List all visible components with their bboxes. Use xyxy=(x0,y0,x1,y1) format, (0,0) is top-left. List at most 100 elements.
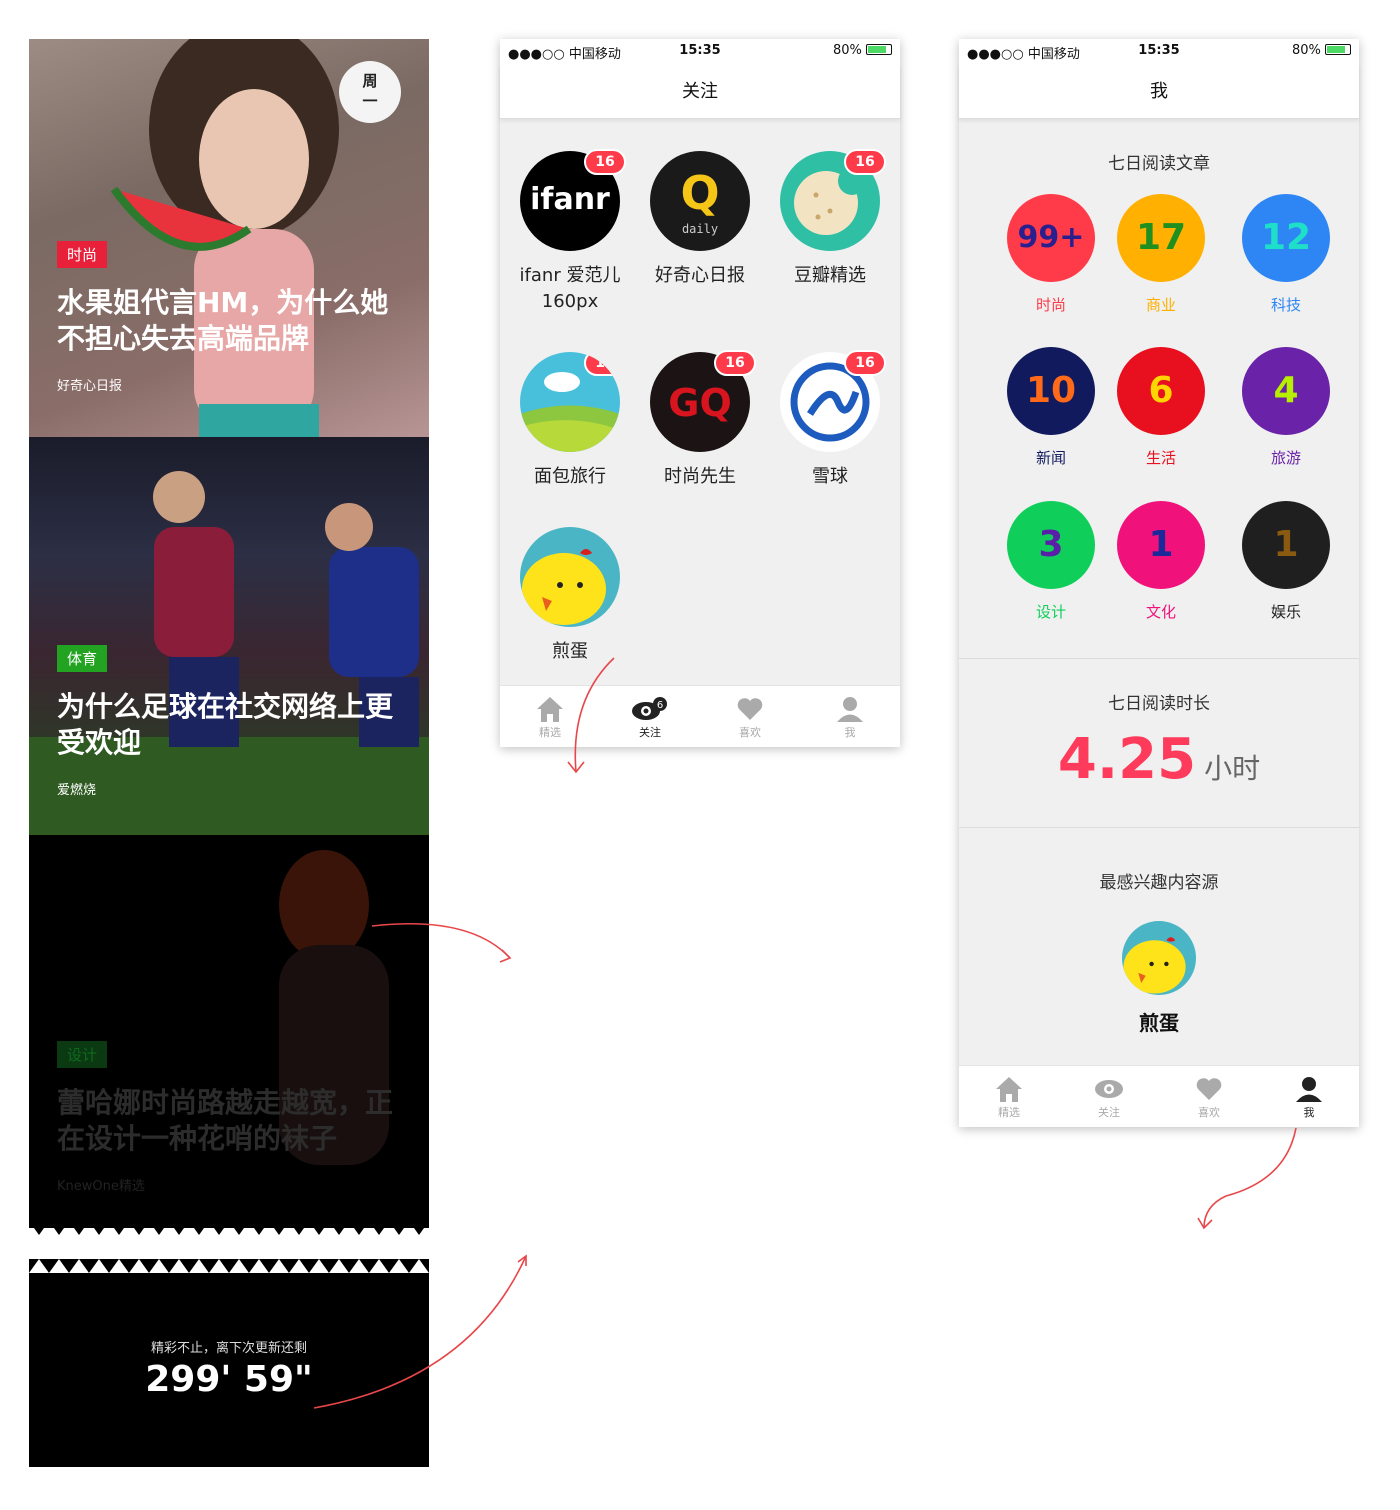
page-title: 关注 xyxy=(500,65,900,119)
home-icon xyxy=(959,1074,1059,1104)
battery-icon xyxy=(1325,44,1351,55)
category-tag: 设计 xyxy=(57,1041,108,1068)
article-source: KnewOne精选 xyxy=(57,1179,145,1194)
douban-cookie-logo-icon: 16 xyxy=(780,149,886,251)
me-screen: ●●●○○ 中国移动 15:35 80% 我 七日阅读文章 99+ 时尚 17 商业 1… xyxy=(959,39,1359,1127)
tab-me[interactable]: 我 xyxy=(1259,1066,1359,1127)
category-stat[interactable]: 6 生活 xyxy=(1099,347,1223,468)
category-tag: 时尚 xyxy=(57,241,108,268)
stat-count: 4 xyxy=(1242,347,1330,435)
eye-icon: 6 xyxy=(600,694,700,724)
category-stat[interactable]: 99+ 时尚 xyxy=(989,194,1113,315)
status-bar: ●●●○○ 中国移动 15:35 80% xyxy=(500,39,900,65)
category-stat[interactable]: 3 设计 xyxy=(989,501,1113,622)
user-icon xyxy=(1259,1074,1359,1104)
tab-featured[interactable]: 精选 xyxy=(959,1066,1059,1127)
tab-likes[interactable]: 喜欢 xyxy=(1159,1066,1259,1127)
stat-label: 商业 xyxy=(1145,296,1176,314)
feed-card-design[interactable]: 设计 蕾哈娜时尚路越走越宽，正在设计一种花哨的袜子 KnewOne精选 xyxy=(29,835,429,1228)
home-icon xyxy=(500,694,600,724)
stat-label: 新闻 xyxy=(1035,449,1066,467)
source-xueqiu[interactable]: 16 雪球 xyxy=(765,350,895,490)
svg-text:Q: Q xyxy=(680,166,719,220)
divider xyxy=(959,658,1359,659)
stat-label: 时尚 xyxy=(1035,296,1066,314)
status-bar: ●●●○○ 中国移动 15:35 80% xyxy=(959,39,1359,65)
source-breadtrip[interactable]: 16 面包旅行 xyxy=(505,352,635,490)
category-stat[interactable]: 12 科技 xyxy=(1224,194,1348,315)
stat-count: 1 xyxy=(1242,501,1330,589)
heart-icon xyxy=(1159,1074,1259,1104)
article-source: 好奇心日报 xyxy=(57,379,123,394)
breadtrip-landscape-logo-icon: 16 xyxy=(520,352,620,452)
arrow-head xyxy=(499,949,512,963)
tab-featured[interactable]: 精选 xyxy=(500,686,600,747)
user-icon xyxy=(800,694,900,724)
tab-me[interactable]: 我 xyxy=(800,686,900,747)
category-stat[interactable]: 1 文化 xyxy=(1099,501,1223,622)
svg-text:daily: daily xyxy=(682,222,718,236)
source-name: 面包旅行 xyxy=(534,466,606,487)
unread-badge: 16 xyxy=(584,352,620,376)
feed-card-fashion[interactable]: 周一 时尚 水果姐代言HM，为什么她不担心失去高端品牌 好奇心日报 xyxy=(29,39,429,437)
daily-feed-preview: 周一 时尚 水果姐代言HM，为什么她不担心失去高端品牌 好奇心日报 体育 为什么… xyxy=(29,39,429,1467)
svg-text:GQ: GQ xyxy=(668,381,732,425)
source-qdaily[interactable]: Qdaily 好奇心日报 xyxy=(635,151,765,289)
feed-card-image xyxy=(29,835,429,1228)
tab-likes[interactable]: 喜欢 xyxy=(700,686,800,747)
category-stat[interactable]: 10 新闻 xyxy=(989,347,1113,468)
weekly-time: 4.25 小时 xyxy=(959,727,1359,792)
stat-label: 设计 xyxy=(1035,603,1066,621)
tab-bar: 精选 关注 喜欢 我 xyxy=(959,1065,1359,1127)
source-name: ifanr 爱范儿 160px xyxy=(519,265,621,312)
weekly-time-value: 4.25 xyxy=(1057,727,1197,792)
zigzag-edge xyxy=(29,1259,429,1273)
svg-text:6: 6 xyxy=(657,700,663,711)
gq-logo-icon: GQ 16 xyxy=(650,350,756,452)
source-name: 好奇心日报 xyxy=(655,265,745,286)
weekly-time-unit: 小时 xyxy=(1204,752,1261,785)
unread-badge: 16 xyxy=(844,350,886,376)
article-source: 爱燃烧 xyxy=(57,783,97,798)
feed-card-image xyxy=(29,437,429,835)
arrow-head xyxy=(1197,1217,1213,1230)
stat-label: 文化 xyxy=(1145,603,1176,621)
countdown-timer: 299' 59" xyxy=(145,1359,313,1400)
stat-count: 1 xyxy=(1117,501,1205,589)
source-ifanr[interactable]: ifanr 16 ifanr 爱范儿 160px xyxy=(505,149,635,315)
category-stat[interactable]: 17 商业 xyxy=(1099,194,1223,315)
source-name: 时尚先生 xyxy=(664,466,736,487)
weekly-time-title: 七日阅读时长 xyxy=(1108,694,1210,714)
stat-count: 12 xyxy=(1242,194,1330,282)
stat-count: 10 xyxy=(1007,347,1095,435)
category-stat[interactable]: 1 娱乐 xyxy=(1224,501,1348,622)
battery-icon xyxy=(866,44,892,55)
source-name: 煎蛋 xyxy=(552,641,588,662)
stat-label: 生活 xyxy=(1145,449,1176,467)
tab-follow[interactable]: 关注 xyxy=(1059,1066,1159,1127)
source-gq[interactable]: GQ 16 时尚先生 xyxy=(635,350,765,490)
category-stat[interactable]: 4 旅游 xyxy=(1224,347,1348,468)
article-title: 蕾哈娜时尚路越走越宽，正在设计一种花哨的袜子 xyxy=(57,1086,394,1155)
arrow-head xyxy=(517,1254,527,1266)
favorite-source[interactable]: 煎蛋 xyxy=(959,921,1359,1036)
feed-card-sports[interactable]: 体育 为什么足球在社交网络上更受欢迎 爱燃烧 xyxy=(29,437,429,835)
stat-label: 科技 xyxy=(1270,296,1301,314)
battery-indicator: 80% xyxy=(833,43,892,58)
arrow-me-down xyxy=(1203,1127,1297,1229)
ifanr-logo-icon: ifanr 16 xyxy=(520,149,626,251)
jandan-chick-logo-icon xyxy=(1122,921,1196,995)
tab-follow[interactable]: 6 关注 xyxy=(600,686,700,747)
source-name: 雪球 xyxy=(812,466,848,487)
article-title: 为什么足球在社交网络上更受欢迎 xyxy=(57,690,394,759)
stat-count: 17 xyxy=(1117,194,1205,282)
xueqiu-logo-icon: 16 xyxy=(780,350,886,452)
divider xyxy=(959,827,1359,828)
zigzag-edge xyxy=(29,1221,429,1235)
favorite-source-name: 煎蛋 xyxy=(1139,1011,1179,1035)
source-jandan[interactable]: 煎蛋 xyxy=(505,527,635,665)
stat-label: 娱乐 xyxy=(1270,603,1301,621)
source-douban[interactable]: 16 豆瓣精选 xyxy=(765,149,895,289)
countdown-panel: 精彩不止，离下次更新还剩 299' 59" xyxy=(29,1259,429,1467)
battery-indicator: 80% xyxy=(1292,43,1351,58)
